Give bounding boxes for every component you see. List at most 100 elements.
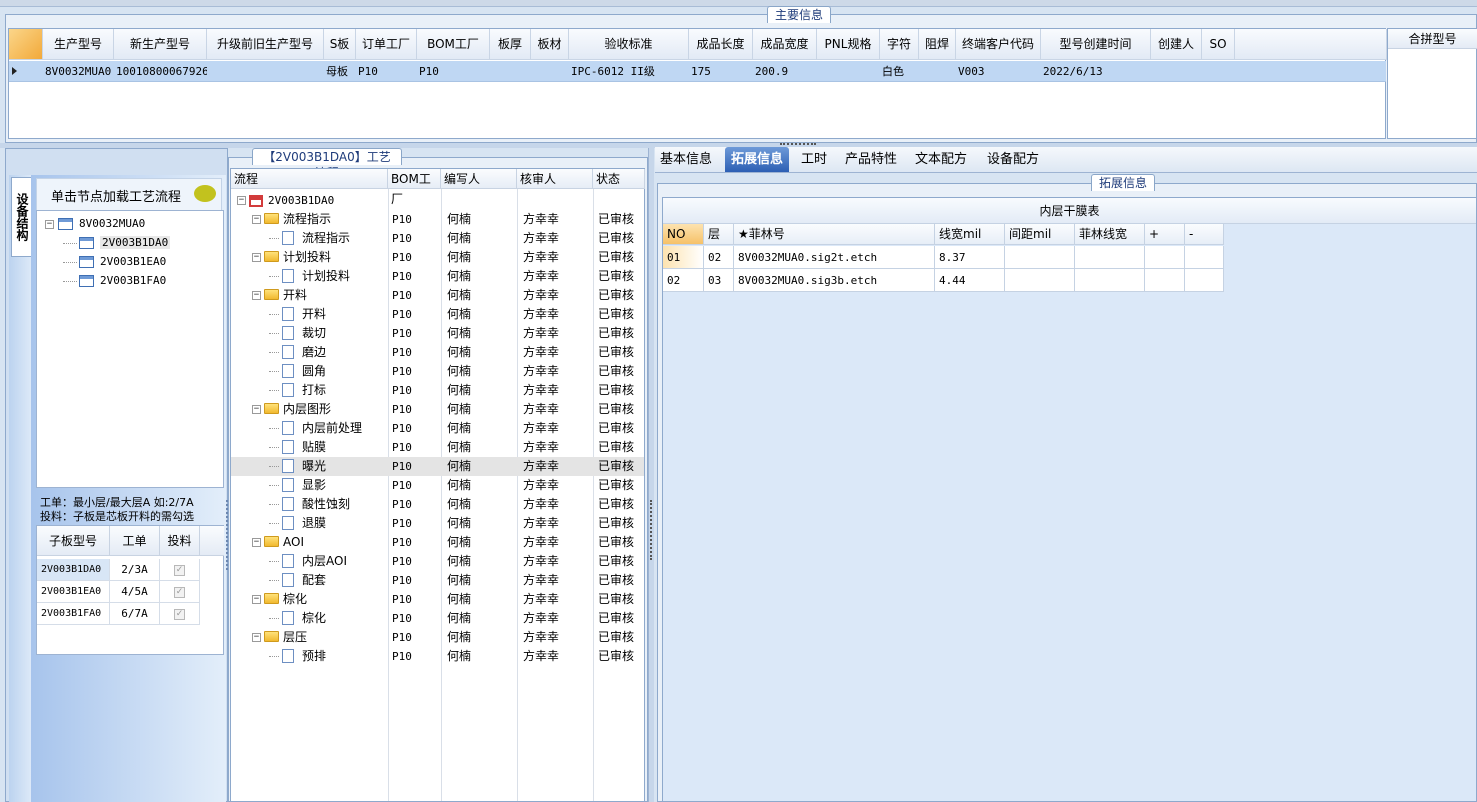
- middle-splitter[interactable]: [648, 148, 654, 802]
- feed-checkbox[interactable]: ✓: [174, 587, 185, 598]
- sub-cell-feed[interactable]: ✓: [160, 581, 200, 603]
- tree-node-root[interactable]: − 8V0032MUA0: [45, 215, 145, 233]
- column-header[interactable]: BOM工厂: [417, 29, 490, 60]
- tree-node-child[interactable]: 2V003B1FA0: [63, 272, 166, 290]
- sub-cell-feed[interactable]: ✓: [160, 603, 200, 625]
- collapse-icon[interactable]: −: [45, 219, 54, 229]
- tab-5[interactable]: 设备配方: [980, 147, 1046, 172]
- column-header[interactable]: ★菲林号: [734, 224, 935, 245]
- column-header[interactable]: 工单: [110, 526, 160, 556]
- sub-board-grid[interactable]: 子板型号 工单 投料 2V003B1DA0 2/3A ✓ 2V003B1EA0 4/5A ✓ 2V…: [36, 525, 224, 655]
- collapse-icon[interactable]: −: [252, 405, 261, 414]
- column-header[interactable]: S板: [324, 29, 356, 60]
- table-cell[interactable]: 01: [663, 246, 704, 269]
- grid-cell[interactable]: [207, 61, 324, 82]
- grid-cell[interactable]: P10: [417, 61, 490, 82]
- process-row[interactable]: 显影 P10 何楠 方幸幸 已审核: [231, 476, 644, 495]
- collapse-icon[interactable]: −: [252, 633, 261, 642]
- table-cell[interactable]: 8.37: [935, 246, 1005, 269]
- table-cell[interactable]: 03: [704, 269, 734, 292]
- table-cell[interactable]: 02: [663, 269, 704, 292]
- grid-cell[interactable]: 2022/6/13: [1041, 61, 1151, 82]
- collapse-icon[interactable]: −: [252, 253, 261, 262]
- column-header[interactable]: 创建人: [1151, 29, 1202, 60]
- feed-checkbox[interactable]: ✓: [174, 609, 185, 620]
- feed-checkbox[interactable]: ✓: [174, 565, 185, 576]
- process-row[interactable]: − 开料 P10 何楠 方幸幸 已审核: [231, 286, 644, 305]
- process-row[interactable]: 预排 P10 何楠 方幸幸 已审核: [231, 647, 644, 666]
- table-cell[interactable]: 4.44: [935, 269, 1005, 292]
- grid-cell[interactable]: 母板: [324, 61, 356, 82]
- grid-cell[interactable]: [531, 61, 569, 82]
- column-header[interactable]: 新生产型号: [114, 29, 207, 60]
- process-row[interactable]: 计划投料 P10 何楠 方幸幸 已审核: [231, 267, 644, 286]
- sub-cell-order[interactable]: 2/3A: [110, 559, 160, 581]
- process-row[interactable]: − 棕化 P10 何楠 方幸幸 已审核: [231, 590, 644, 609]
- tab-0[interactable]: 基本信息: [655, 147, 717, 172]
- process-row[interactable]: − 计划投料 P10 何楠 方幸幸 已审核: [231, 248, 644, 267]
- process-row[interactable]: 配套 P10 何楠 方幸幸 已审核: [231, 571, 644, 590]
- process-row[interactable]: − 层压 P10 何楠 方幸幸 已审核: [231, 628, 644, 647]
- column-header[interactable]: 字符: [880, 29, 919, 60]
- column-header[interactable]: 成品长度: [689, 29, 753, 60]
- tree-node-child[interactable]: 2V003B1DA0: [63, 234, 171, 252]
- table-cell[interactable]: [1145, 246, 1185, 269]
- device-tree[interactable]: − 8V0032MUA0 2V003B1DA0 2V003B1EA0 2V003B1FA…: [36, 210, 224, 488]
- grid-cell[interactable]: 10010800067926: [114, 61, 207, 82]
- grid-corner[interactable]: [9, 29, 43, 60]
- splitter-grip-icon[interactable]: [650, 500, 653, 560]
- process-row[interactable]: − AOI P10 何楠 方幸幸 已审核: [231, 533, 644, 552]
- grid-cell[interactable]: IPC-6012 II级: [569, 61, 689, 82]
- process-row[interactable]: 打标 P10 何楠 方幸幸 已审核: [231, 381, 644, 400]
- tree-node-root[interactable]: − 2V003B1DA0: [231, 191, 644, 210]
- column-header[interactable]: 阻焊: [919, 29, 956, 60]
- collapse-icon[interactable]: −: [252, 215, 261, 224]
- grid-cell[interactable]: [1202, 61, 1235, 82]
- grid-cell[interactable]: 200.9: [753, 61, 817, 82]
- column-header[interactable]: 流程: [231, 169, 388, 189]
- table-cell[interactable]: [1005, 246, 1075, 269]
- column-header[interactable]: 板材: [531, 29, 569, 60]
- column-header[interactable]: 终端客户代码: [956, 29, 1041, 60]
- splitter-grip-icon[interactable]: [780, 143, 816, 146]
- table-cell[interactable]: [1185, 269, 1224, 292]
- tab-4[interactable]: 文本配方: [908, 147, 974, 172]
- column-header[interactable]: 子板型号: [37, 526, 110, 556]
- table-cell[interactable]: [1075, 269, 1145, 292]
- process-row[interactable]: 磨边 P10 何楠 方幸幸 已审核: [231, 343, 644, 362]
- table-cell[interactable]: 8V0032MUA0.sig3b.etch: [734, 269, 935, 292]
- tab-1[interactable]: 拓展信息: [725, 147, 789, 172]
- table-cell[interactable]: 02: [704, 246, 734, 269]
- column-header[interactable]: 菲林线宽: [1075, 224, 1145, 245]
- column-header[interactable]: 生产型号: [43, 29, 114, 60]
- process-row[interactable]: − 内层图形 P10 何楠 方幸幸 已审核: [231, 400, 644, 419]
- grid-cell[interactable]: 175: [689, 61, 753, 82]
- process-row[interactable]: 贴膜 P10 何楠 方幸幸 已审核: [231, 438, 644, 457]
- grid-cell[interactable]: 白色: [880, 61, 919, 82]
- column-header[interactable]: 板厚: [490, 29, 531, 60]
- column-header[interactable]: 投料: [160, 526, 200, 556]
- collapse-icon[interactable]: −: [252, 595, 261, 604]
- process-row[interactable]: 退膜 P10 何楠 方幸幸 已审核: [231, 514, 644, 533]
- column-header[interactable]: 线宽mil: [935, 224, 1005, 245]
- column-header[interactable]: 成品宽度: [753, 29, 817, 60]
- column-header[interactable]: 订单工厂: [356, 29, 417, 60]
- column-header[interactable]: +: [1145, 224, 1185, 245]
- column-header[interactable]: 核审人: [517, 169, 593, 189]
- table-cell[interactable]: [1145, 269, 1185, 292]
- tab-2[interactable]: 工时: [796, 147, 832, 172]
- grid-cell[interactable]: P10: [356, 61, 417, 82]
- process-row[interactable]: 内层前处理 P10 何楠 方幸幸 已审核: [231, 419, 644, 438]
- process-row[interactable]: 酸性蚀刻 P10 何楠 方幸幸 已审核: [231, 495, 644, 514]
- grid-cell[interactable]: [490, 61, 531, 82]
- table-cell[interactable]: 8V0032MUA0.sig2t.etch: [734, 246, 935, 269]
- column-header[interactable]: 状态: [593, 169, 645, 189]
- process-row[interactable]: 流程指示 P10 何楠 方幸幸 已审核: [231, 229, 644, 248]
- tree-node-child[interactable]: 2V003B1EA0: [63, 253, 166, 271]
- process-row[interactable]: − 流程指示 P10 何楠 方幸幸 已审核: [231, 210, 644, 229]
- table-cell[interactable]: [1005, 269, 1075, 292]
- collapse-icon[interactable]: −: [252, 538, 261, 547]
- column-header[interactable]: NO: [663, 224, 704, 245]
- table-cell[interactable]: [1075, 246, 1145, 269]
- column-header[interactable]: SO: [1202, 29, 1235, 60]
